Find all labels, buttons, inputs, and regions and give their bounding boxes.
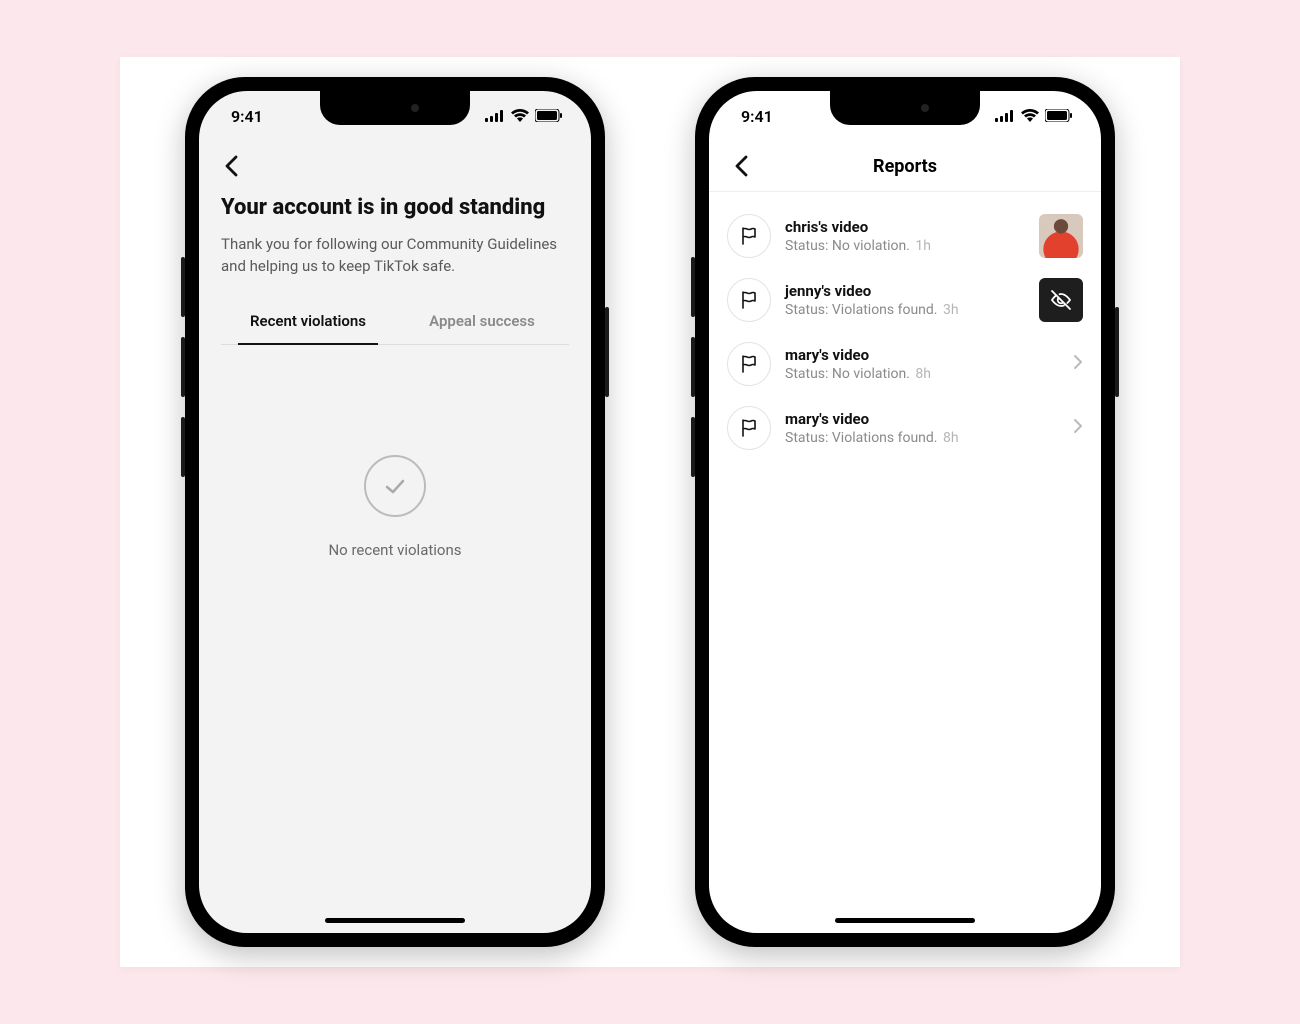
report-item[interactable]: chris's video Status: No violation. 1h (709, 204, 1101, 268)
flag-icon (727, 278, 771, 322)
empty-state: No recent violations (221, 455, 569, 559)
back-button[interactable] (213, 148, 249, 184)
status-indicators (995, 107, 1073, 126)
screen-left: 9:41 Your (199, 91, 591, 933)
battery-icon (1045, 107, 1073, 126)
battery-icon (535, 107, 563, 126)
report-body: mary's video Status: No violation. 8h (785, 346, 1059, 382)
page-subtitle: Thank you for following our Community Gu… (221, 234, 569, 278)
report-item[interactable]: mary's video Status: No violation. 8h (709, 332, 1101, 396)
chevron-right-icon (1073, 418, 1083, 438)
tab-appeal-success[interactable]: Appeal success (395, 300, 569, 344)
home-indicator[interactable] (325, 918, 465, 923)
status-time: 9:41 (231, 107, 263, 126)
screen-right: 9:41 Reports (709, 91, 1101, 933)
wifi-icon (1021, 107, 1039, 126)
video-thumbnail-hidden[interactable] (1039, 278, 1083, 322)
report-title: chris's video (785, 218, 1025, 236)
header (199, 141, 591, 191)
notch (320, 91, 470, 125)
wifi-icon (511, 107, 529, 126)
eye-off-icon (1049, 288, 1073, 312)
report-body: chris's video Status: No violation. 1h (785, 218, 1025, 254)
report-status: Status: No violation. 8h (785, 366, 1059, 382)
check-circle-icon (364, 455, 426, 517)
report-title: mary's video (785, 410, 1059, 428)
notch (830, 91, 980, 125)
chevron-right-icon (1073, 354, 1083, 374)
report-status: Status: No violation. 1h (785, 238, 1025, 254)
report-body: mary's video Status: Violations found. 8… (785, 410, 1059, 446)
flag-icon (727, 214, 771, 258)
phone-right: 9:41 Reports (695, 77, 1115, 947)
video-thumbnail[interactable] (1039, 214, 1083, 258)
screenshot-card: 9:41 Your (120, 57, 1180, 967)
content: Your account is in good standing Thank y… (199, 191, 591, 559)
report-title: mary's video (785, 346, 1059, 364)
cellular-icon (485, 107, 505, 126)
header-title: Reports (709, 156, 1101, 177)
flag-icon (727, 342, 771, 386)
report-list: chris's video Status: No violation. 1h j… (709, 192, 1101, 472)
cellular-icon (995, 107, 1015, 126)
chevron-left-icon (734, 155, 748, 177)
empty-text: No recent violations (328, 541, 461, 559)
phone-left: 9:41 Your (185, 77, 605, 947)
header: Reports (709, 141, 1101, 191)
chevron-left-icon (224, 155, 238, 177)
tabs: Recent violations Appeal success (221, 300, 569, 345)
report-status: Status: Violations found. 3h (785, 302, 1025, 318)
flag-icon (727, 406, 771, 450)
report-title: jenny's video (785, 282, 1025, 300)
status-indicators (485, 107, 563, 126)
page-title: Your account is in good standing (221, 195, 569, 220)
report-status: Status: Violations found. 8h (785, 430, 1059, 446)
home-indicator[interactable] (835, 918, 975, 923)
report-item[interactable]: mary's video Status: Violations found. 8… (709, 396, 1101, 460)
back-button[interactable] (723, 148, 759, 184)
report-body: jenny's video Status: Violations found. … (785, 282, 1025, 318)
status-time: 9:41 (741, 107, 773, 126)
tab-recent-violations[interactable]: Recent violations (221, 300, 395, 344)
report-item[interactable]: jenny's video Status: Violations found. … (709, 268, 1101, 332)
